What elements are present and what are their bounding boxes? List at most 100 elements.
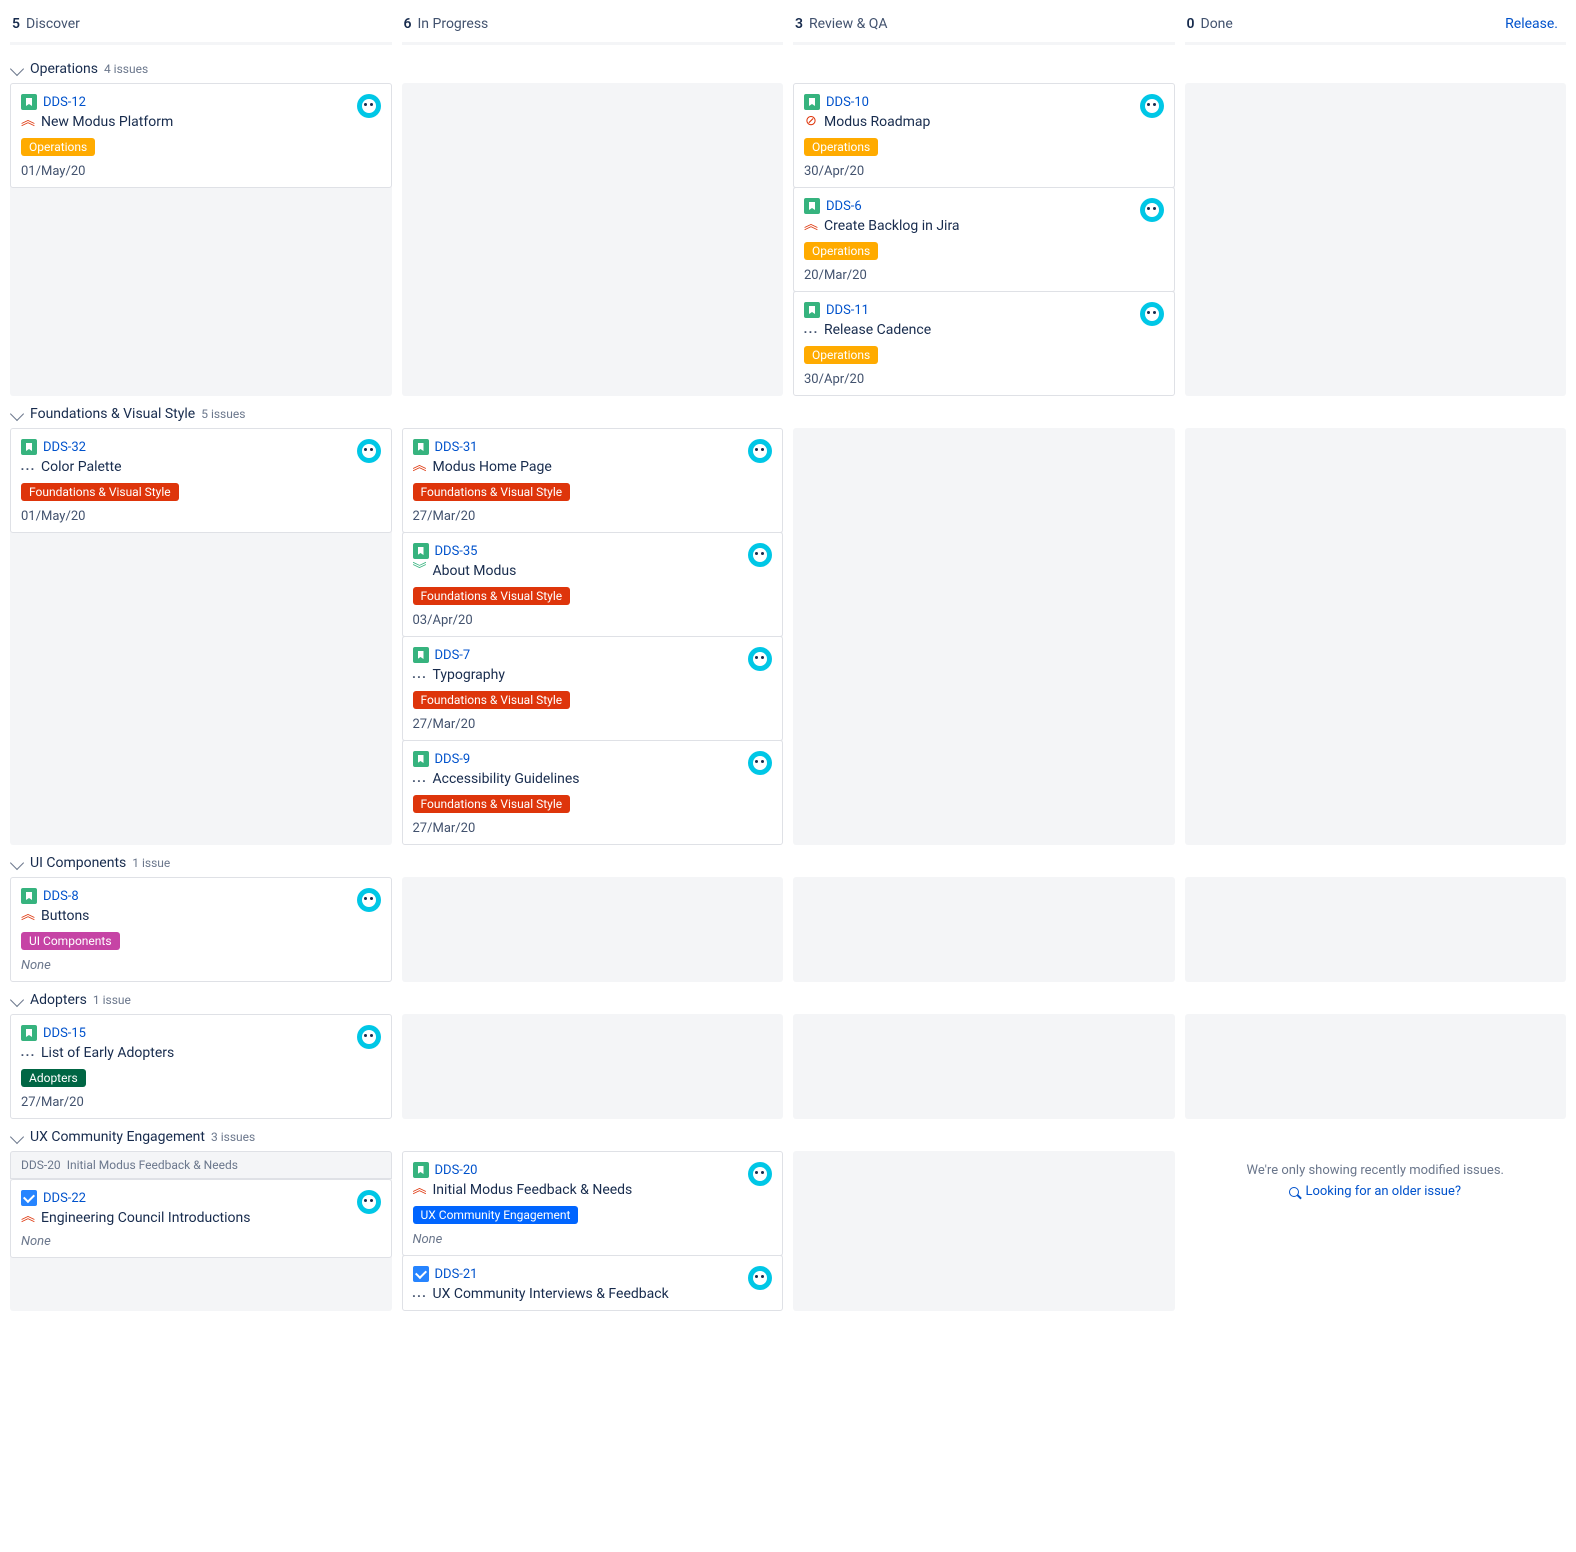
column-cell[interactable] [793, 877, 1175, 982]
column-cell[interactable]: DDS-10⊘Modus RoadmapOperations30/Apr/20D… [793, 83, 1175, 396]
priority-icon: ... [413, 1286, 427, 1300]
issue-card[interactable]: DDS-35︾About ModusFoundations & Visual S… [402, 532, 784, 637]
issue-key-link[interactable]: DDS-9 [435, 752, 471, 767]
issue-key-link[interactable]: DDS-12 [43, 95, 86, 110]
assignee-avatar[interactable] [748, 647, 772, 671]
issue-card[interactable]: DDS-11...Release CadenceOperations30/Apr… [793, 291, 1175, 396]
assignee-avatar[interactable] [357, 94, 381, 118]
epic-tag[interactable]: UX Community Engagement [413, 1206, 579, 1224]
epic-tag[interactable]: Operations [804, 346, 878, 364]
column-cell[interactable] [793, 1014, 1175, 1119]
search-icon [1289, 1187, 1299, 1197]
assignee-avatar[interactable] [748, 751, 772, 775]
column-cell[interactable] [793, 1151, 1175, 1311]
column-cell[interactable]: DDS-15...List of Early AdoptersAdopters2… [10, 1014, 392, 1119]
epic-tag[interactable]: UI Components [21, 932, 120, 950]
issue-card[interactable]: DDS-12︽New Modus PlatformOperations01/Ma… [10, 83, 392, 188]
issue-card[interactable]: DDS-8︽ButtonsUI ComponentsNone [10, 877, 392, 982]
column-header-review[interactable]: 3 Review & QA [793, 10, 1175, 45]
issue-card[interactable]: DDS-21...UX Community Interviews & Feedb… [402, 1255, 784, 1311]
swimlane-header[interactable]: Operations4 issues [10, 51, 1566, 83]
assignee-avatar[interactable] [748, 543, 772, 567]
epic-tag[interactable]: Operations [21, 138, 95, 156]
issue-key-link[interactable]: DDS-15 [43, 1026, 86, 1041]
kanban-board: 5 Discover 6 In Progress 3 Review & QA 0… [10, 10, 1566, 51]
issue-key-link[interactable]: DDS-7 [435, 648, 471, 663]
epic-tag[interactable]: Foundations & Visual Style [413, 587, 571, 605]
issue-key-link[interactable]: DDS-35 [435, 544, 478, 559]
column-cell[interactable]: DDS-32...Color PaletteFoundations & Visu… [10, 428, 392, 845]
story-type-icon [413, 647, 429, 663]
issue-card[interactable]: DDS-32...Color PaletteFoundations & Visu… [10, 428, 392, 533]
epic-tag[interactable]: Foundations & Visual Style [413, 795, 571, 813]
assignee-avatar[interactable] [748, 1162, 772, 1186]
issue-card[interactable]: DDS-10⊘Modus RoadmapOperations30/Apr/20 [793, 83, 1175, 188]
assignee-avatar[interactable] [748, 439, 772, 463]
column-cell[interactable]: DDS-20︽Initial Modus Feedback & NeedsUX … [402, 1151, 784, 1311]
assignee-avatar[interactable] [357, 439, 381, 463]
issue-key-link[interactable]: DDS-8 [43, 889, 79, 904]
epic-tag[interactable]: Operations [804, 242, 878, 260]
due-date: 03/Apr/20 [413, 613, 773, 628]
issue-key-link[interactable]: DDS-31 [435, 440, 478, 455]
epic-tag[interactable]: Adopters [21, 1069, 86, 1087]
epic-tag[interactable]: Operations [804, 138, 878, 156]
assignee-avatar[interactable] [357, 1025, 381, 1049]
column-cell[interactable]: DDS-31︽Modus Home PageFoundations & Visu… [402, 428, 784, 845]
release-link[interactable]: Release. [1505, 16, 1558, 32]
column-cell[interactable] [402, 1014, 784, 1119]
issue-title: Modus Roadmap [824, 114, 930, 130]
issue-card[interactable]: DDS-7...TypographyFoundations & Visual S… [402, 636, 784, 741]
assignee-avatar[interactable] [1140, 198, 1164, 222]
swimlane-header[interactable]: Adopters1 issue [10, 982, 1566, 1014]
issue-card[interactable]: DDS-15...List of Early AdoptersAdopters2… [10, 1014, 392, 1119]
issue-card[interactable]: DDS-6︽Create Backlog in JiraOperations20… [793, 187, 1175, 292]
issue-key-link[interactable]: DDS-10 [826, 95, 869, 110]
assignee-avatar[interactable] [357, 1190, 381, 1214]
issue-key-link[interactable]: DDS-20 [435, 1163, 478, 1178]
done-note: We're only showing recently modified iss… [1185, 1151, 1567, 1213]
issue-key-link[interactable]: DDS-6 [826, 199, 862, 214]
column-count: 6 [404, 16, 412, 32]
epic-tag[interactable]: Foundations & Visual Style [413, 483, 571, 501]
due-date: 20/Mar/20 [804, 268, 1164, 283]
column-cell[interactable] [1185, 877, 1567, 982]
issue-key-link[interactable]: DDS-11 [826, 303, 869, 318]
column-cell[interactable] [402, 83, 784, 396]
issue-card[interactable]: DDS-20︽Initial Modus Feedback & NeedsUX … [402, 1151, 784, 1256]
column-cell[interactable] [1185, 428, 1567, 845]
column-header-progress[interactable]: 6 In Progress [402, 10, 784, 45]
assignee-avatar[interactable] [748, 1266, 772, 1290]
column-header-done[interactable]: 0 Done Release. [1185, 10, 1567, 45]
column-cell[interactable]: DDS-8︽ButtonsUI ComponentsNone [10, 877, 392, 982]
sub-issue-header[interactable]: DDS-20Initial Modus Feedback & Needs [10, 1151, 392, 1179]
issue-card[interactable]: DDS-31︽Modus Home PageFoundations & Visu… [402, 428, 784, 533]
swimlane-header[interactable]: UX Community Engagement3 issues [10, 1119, 1566, 1151]
column-header-discover[interactable]: 5 Discover [10, 10, 392, 45]
issue-key-link[interactable]: DDS-22 [43, 1191, 86, 1206]
epic-tag[interactable]: Foundations & Visual Style [21, 483, 179, 501]
column-cell[interactable] [1185, 83, 1567, 396]
assignee-avatar[interactable] [357, 888, 381, 912]
issue-key-link[interactable]: DDS-21 [435, 1267, 478, 1282]
older-issue-link[interactable]: Looking for an older issue? [1289, 1184, 1461, 1199]
column-cell[interactable] [793, 428, 1175, 845]
issue-key-link[interactable]: DDS-32 [43, 440, 86, 455]
column-cell[interactable] [402, 877, 784, 982]
assignee-avatar[interactable] [1140, 302, 1164, 326]
column-cell[interactable] [1185, 1014, 1567, 1119]
swimlane-count: 5 issues [201, 407, 245, 421]
swimlane-name: UX Community Engagement [30, 1129, 205, 1145]
column-cell[interactable]: DDS-20Initial Modus Feedback & NeedsDDS-… [10, 1151, 392, 1311]
issue-card[interactable]: DDS-22︽Engineering Council Introductions… [10, 1179, 392, 1258]
story-type-icon [413, 751, 429, 767]
issue-card[interactable]: DDS-9...Accessibility GuidelinesFoundati… [402, 740, 784, 845]
swimlane-header[interactable]: Foundations & Visual Style5 issues [10, 396, 1566, 428]
swimlane-header[interactable]: UI Components1 issue [10, 845, 1566, 877]
assignee-avatar[interactable] [1140, 94, 1164, 118]
column-cell[interactable]: DDS-12︽New Modus PlatformOperations01/Ma… [10, 83, 392, 396]
issue-title: Create Backlog in Jira [824, 218, 960, 234]
due-date: 30/Apr/20 [804, 372, 1164, 387]
issue-title: New Modus Platform [41, 114, 173, 130]
epic-tag[interactable]: Foundations & Visual Style [413, 691, 571, 709]
